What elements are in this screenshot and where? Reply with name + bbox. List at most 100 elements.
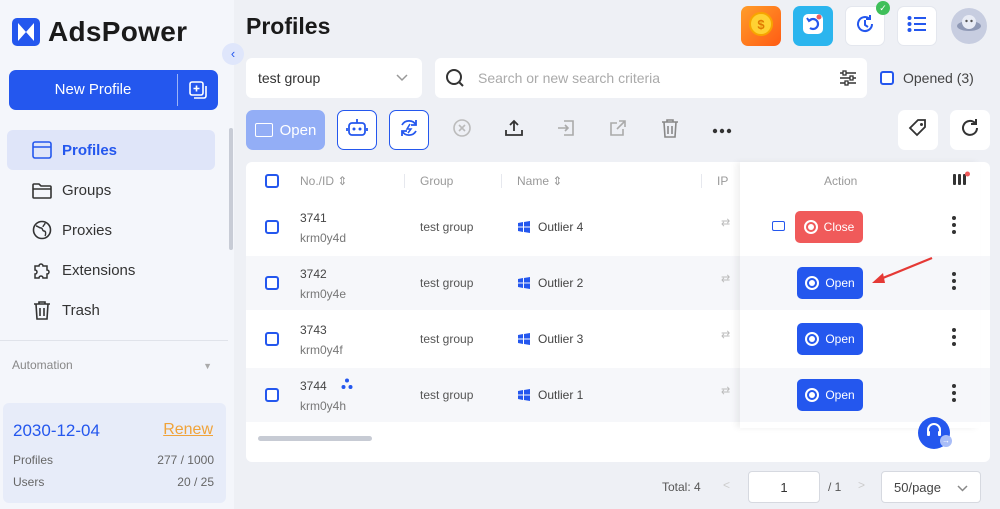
browser-icon	[805, 332, 820, 346]
column-header-group: Group	[420, 174, 454, 188]
profile-number: 3742	[300, 267, 327, 281]
arrow-right-icon: →	[940, 435, 952, 447]
column-header-ip: IP	[717, 174, 729, 188]
profiles-icon	[31, 139, 53, 161]
sync-circle-icon	[398, 117, 420, 144]
group-select[interactable]: test group	[246, 58, 422, 98]
more-vertical-icon[interactable]	[952, 384, 956, 402]
share-icon	[608, 118, 628, 143]
column-divider[interactable]	[404, 174, 405, 188]
sidebar-scrollbar[interactable]	[229, 128, 233, 250]
search-input[interactable]	[478, 70, 818, 86]
more-vertical-icon[interactable]	[952, 216, 956, 234]
shared-profile-icon	[341, 377, 353, 395]
search-icon	[444, 67, 466, 89]
column-settings-icon[interactable]	[952, 171, 970, 192]
close-profile-button[interactable]: Close	[795, 211, 863, 243]
rewards-button[interactable]: $	[741, 6, 781, 46]
horizontal-scrollbar[interactable]	[258, 436, 372, 441]
share-button[interactable]	[598, 110, 638, 150]
opened-filter-label: Opened (3)	[903, 70, 974, 86]
filter-settings-icon[interactable]	[839, 70, 857, 86]
sync-app-icon	[801, 12, 825, 41]
open-profile-button[interactable]: Open	[797, 323, 863, 355]
swap-icon: ⇄	[721, 385, 731, 397]
page-number-input[interactable]	[748, 471, 820, 503]
puzzle-icon	[31, 259, 53, 281]
column-header-no-id[interactable]: No./ID ⇕	[300, 174, 347, 188]
open-selected-label: Open	[279, 121, 317, 139]
page-size-select[interactable]: 50/page	[881, 471, 981, 503]
sidebar-item-trash[interactable]: Trash	[7, 290, 215, 330]
upload-button[interactable]	[494, 110, 534, 150]
renew-link[interactable]: Renew	[163, 421, 213, 439]
more-horizontal-icon	[712, 121, 732, 139]
automation-bot-button[interactable]	[337, 110, 377, 150]
sidebar-item-label: Groups	[62, 181, 112, 199]
more-actions-button[interactable]	[702, 110, 742, 150]
close-profile-label: Close	[823, 220, 855, 234]
adspower-logo-icon	[12, 18, 40, 46]
opened-checkbox[interactable]	[880, 71, 894, 85]
select-all-checkbox[interactable]	[265, 174, 279, 188]
column-header-name[interactable]: Name ⇕	[517, 174, 562, 188]
plan-expiry-date: 2030-12-04	[13, 421, 100, 440]
window-monitor-icon[interactable]	[772, 221, 785, 231]
sync-button[interactable]	[793, 6, 833, 46]
sort-icon: ⇕	[337, 174, 348, 188]
row-checkbox[interactable]	[265, 332, 279, 346]
refresh-button[interactable]	[950, 110, 990, 150]
new-profile-button[interactable]: New Profile	[9, 70, 218, 110]
sidebar-item-proxies[interactable]: Proxies	[7, 210, 215, 250]
close-selected-button[interactable]	[442, 110, 482, 150]
user-avatar[interactable]	[951, 8, 987, 44]
more-vertical-icon[interactable]	[952, 328, 956, 346]
profile-group: test group	[420, 388, 474, 402]
row-checkbox[interactable]	[265, 276, 279, 290]
plan-card: 2030-12-04 Renew Profiles 277 / 1000 Use…	[3, 403, 226, 503]
open-selected-button[interactable]: Open	[246, 110, 325, 150]
sidebar-item-groups[interactable]: Groups	[7, 170, 215, 210]
column-header-action: Action	[824, 174, 858, 188]
profile-number: 3741	[300, 211, 327, 225]
profile-id: krm0y4f	[300, 343, 343, 357]
column-header-label: Name	[517, 174, 550, 188]
update-icon	[854, 13, 876, 40]
plan-users-value: 20 / 25	[177, 475, 214, 489]
column-divider[interactable]	[501, 174, 502, 188]
automation-section-toggle[interactable]: Automation ▼	[12, 358, 212, 372]
action-row: Open	[740, 368, 980, 422]
tag-button[interactable]	[898, 110, 938, 150]
chevron-down-icon	[396, 69, 408, 87]
windows-icon	[518, 333, 530, 345]
batch-add-icon[interactable]	[178, 70, 218, 110]
row-checkbox[interactable]	[265, 388, 279, 402]
move-to-group-button[interactable]	[546, 110, 586, 150]
next-page-button[interactable]: >	[858, 478, 865, 492]
search-box[interactable]	[435, 58, 867, 98]
sidebar-item-extensions[interactable]: Extensions	[7, 250, 215, 290]
chevron-left-icon: ‹	[230, 46, 236, 61]
sidebar-item-profiles[interactable]: Profiles	[7, 130, 215, 170]
profile-name-cell: Outlier 1	[518, 388, 583, 402]
svg-text:$: $	[757, 17, 765, 32]
column-divider[interactable]	[701, 174, 702, 188]
help-chat-button[interactable]: →	[918, 417, 952, 449]
more-vertical-icon[interactable]	[952, 272, 956, 290]
delete-button[interactable]	[650, 110, 690, 150]
open-profile-button[interactable]: Open	[797, 379, 863, 411]
trash-icon	[31, 299, 53, 321]
profile-number: 3743	[300, 323, 327, 337]
row-checkbox[interactable]	[265, 220, 279, 234]
open-profile-label: Open	[825, 332, 855, 346]
prev-page-button[interactable]: <	[723, 478, 730, 492]
column-header-label: No./ID	[300, 174, 335, 188]
app-logo[interactable]: AdsPower	[12, 16, 187, 48]
sync-window-button[interactable]	[389, 110, 429, 150]
chevron-down-icon	[957, 480, 968, 495]
task-list-button[interactable]	[897, 6, 937, 46]
opened-filter-checkbox[interactable]: Opened (3)	[880, 70, 974, 86]
open-profile-button[interactable]: Open	[797, 267, 863, 299]
collapse-sidebar-button[interactable]: ‹	[222, 43, 244, 65]
sidebar-item-label: Trash	[62, 301, 100, 319]
